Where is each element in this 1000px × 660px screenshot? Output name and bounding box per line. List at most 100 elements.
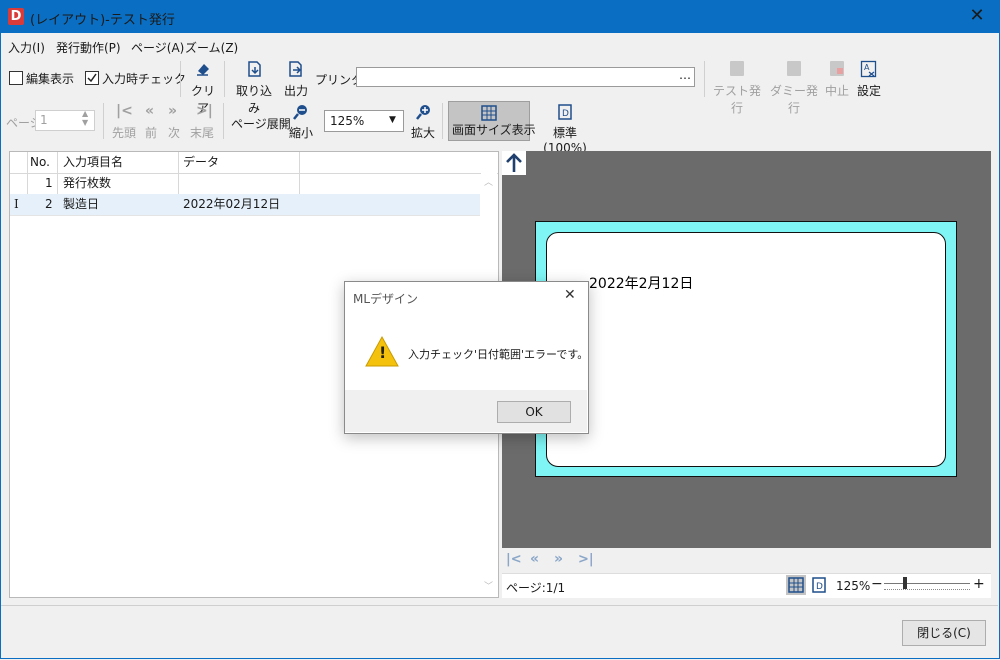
row-number: 1 (45, 176, 53, 190)
zoom-in-button[interactable]: 拡大 (409, 124, 437, 141)
row-number: 2 (45, 197, 53, 211)
dialog-message: 入力チェック'日付範囲'エラーです。 (408, 348, 589, 361)
last-page-icon: >| (196, 103, 213, 119)
item-name-cell: 製造日 (63, 197, 100, 211)
svg-text:A: A (864, 63, 870, 72)
page-icon: D (557, 104, 573, 120)
edit-display-label: 編集表示 (26, 72, 75, 86)
menu-input[interactable]: 入力(I) (8, 39, 45, 56)
menu-issue-action[interactable]: 発行動作(P) (56, 39, 121, 56)
edit-display-checkbox[interactable] (9, 71, 23, 85)
column-header-data[interactable]: データ (183, 152, 219, 172)
orientation-button[interactable] (502, 151, 526, 175)
zoom-slider-track[interactable] (884, 583, 970, 584)
item-name-cell: 発行枚数 (63, 176, 112, 190)
page-expand-button[interactable]: ページ展開 (231, 115, 291, 132)
settings-button[interactable]: 設定 (855, 82, 883, 99)
scroll-down-icon[interactable]: ﹀ (484, 577, 493, 597)
ok-button[interactable]: OK (497, 401, 571, 423)
input-check-label: 入力時チェック (102, 72, 187, 86)
import-icon (246, 60, 264, 78)
menu-page[interactable]: ページ(A) (131, 39, 184, 56)
zoom-select[interactable]: 125% ▼ (324, 110, 404, 132)
dummy-issue-icon (787, 61, 801, 76)
zoom-select-value: 125% (330, 114, 365, 128)
zoom-in-icon (416, 104, 432, 120)
data-cell[interactable]: 2022年02月12日 (183, 194, 280, 214)
stop-button[interactable]: 中止 (824, 82, 850, 99)
chevron-down-icon: ▼ (389, 115, 396, 125)
page-status: ページ:1/1 (506, 581, 566, 595)
import-button[interactable]: 取り込み (231, 82, 277, 116)
table-row[interactable]: 1 発行枚数 (10, 173, 480, 194)
close-button[interactable]: 閉じる(C) (902, 620, 986, 646)
toolbar-separator (103, 103, 104, 139)
first-page-icon: |< (116, 103, 133, 119)
menu-zoom[interactable]: ズーム(Z) (185, 39, 238, 56)
svg-text:D: D (816, 582, 823, 592)
fit-screen-button[interactable]: 画面サイズ表示 (448, 101, 536, 141)
scroll-up-icon[interactable]: ︿ (484, 173, 493, 193)
table-row[interactable]: I 2 製造日 2022年02月12日 (10, 194, 480, 215)
preview-status-bar (502, 573, 991, 598)
dialog-title: MLデザイン (353, 292, 419, 306)
zoom-slider-thumb[interactable] (903, 577, 907, 589)
stop-icon (830, 61, 844, 76)
fit-screen-label: 画面サイズ表示 (452, 123, 536, 137)
page-spinner-value: 1 (40, 113, 48, 127)
next-page-icon: » (168, 103, 178, 119)
page-spinner[interactable]: 1 ▲ ▼ (35, 109, 95, 133)
arrow-up-icon (506, 153, 522, 172)
zoom-slider-ticks (884, 589, 970, 592)
app-icon: D (8, 8, 24, 25)
footer-divider (1, 605, 998, 606)
status-zoom-level: 125% (836, 579, 871, 593)
toolbar-separator (224, 61, 225, 97)
page-icon: D (812, 577, 826, 593)
dummy-issue-button[interactable]: ダミー発行 (768, 82, 820, 116)
svg-text:D: D (562, 109, 569, 119)
window-title: (レイアウト)-テスト発行 (30, 13, 175, 28)
output-button[interactable]: 出力 (281, 82, 311, 99)
toolbar-separator (223, 103, 224, 139)
fit-screen-toggle[interactable] (786, 575, 806, 595)
printer-combobox[interactable]: … (356, 67, 695, 87)
eraser-icon (194, 60, 212, 78)
grid-icon (481, 105, 497, 121)
next-page-icon[interactable]: » (554, 551, 563, 567)
toolbar-separator (180, 61, 181, 97)
column-header-no[interactable]: No. (30, 152, 50, 172)
test-issue-icon (730, 61, 744, 76)
input-check-checkbox[interactable] (85, 71, 99, 85)
first-page-button[interactable]: 先頭 (110, 124, 138, 141)
next-page-button[interactable]: 次 (166, 124, 182, 141)
zoom-out-button[interactable]: 縮小 (287, 124, 315, 141)
label-date-text: 2022年2月12日 (589, 276, 694, 292)
column-header-item-name[interactable]: 入力項目名 (63, 152, 123, 172)
warning-glyph: ! (379, 343, 387, 362)
zoom-minus-button[interactable]: − (871, 576, 883, 592)
grid-icon (788, 577, 804, 593)
prev-page-icon[interactable]: « (530, 551, 539, 567)
last-page-icon[interactable]: >| (578, 552, 594, 567)
output-icon (287, 60, 305, 78)
window-close-button[interactable]: ✕ (962, 2, 992, 30)
standard-zoom-toggle[interactable]: D (811, 577, 827, 593)
toolbar-separator (442, 103, 443, 139)
label-content-area (546, 232, 946, 467)
printer-browse-button[interactable]: … (679, 65, 691, 85)
zoom-plus-button[interactable]: + (973, 576, 985, 592)
test-issue-button[interactable]: テスト発行 (709, 82, 765, 116)
row-marker: I (14, 197, 19, 211)
spinner-down-icon[interactable]: ▼ (82, 113, 88, 133)
prev-page-button[interactable]: 前 (143, 124, 159, 141)
settings-icon: A (860, 60, 878, 78)
prev-page-icon: « (145, 103, 155, 119)
first-page-icon[interactable]: |< (506, 552, 522, 567)
toolbar-separator (704, 61, 705, 97)
last-page-button[interactable]: 末尾 (188, 124, 216, 141)
zoom-out-icon (293, 104, 309, 120)
preview-nav-bar (502, 548, 991, 573)
dialog-close-button[interactable]: ✕ (564, 287, 576, 303)
checkmark-icon (87, 73, 97, 83)
